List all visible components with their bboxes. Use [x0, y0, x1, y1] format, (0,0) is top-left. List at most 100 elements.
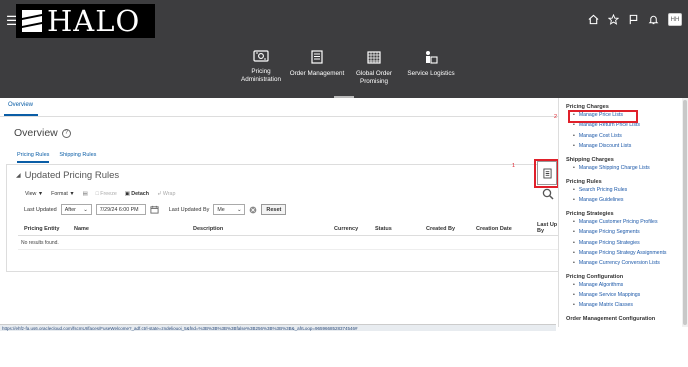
nav-label-line-1: Global Order: [355, 70, 393, 77]
link-manage-cost-lists[interactable]: Manage Cost Lists: [573, 133, 622, 139]
freeze-label: Freeze: [100, 191, 117, 197]
table-toolbar: View ▼ Format ▼ ▤ □ Freeze ▣ Detach ↲ Wr…: [25, 191, 175, 197]
panel-header: ◢ Updated Pricing Rules: [16, 170, 119, 181]
service-logistics-icon: [426, 51, 438, 64]
last-updated-label: Last Updated: [24, 206, 57, 213]
query-row: Last Updated After ⌄ 7/29/24 6:00 PM Last…: [24, 204, 287, 215]
last-updated-by-label: Last Updated By: [168, 206, 210, 213]
watchlist-flag-icon[interactable]: [628, 14, 639, 25]
col-status[interactable]: Status: [375, 226, 392, 232]
date-value: 7/29/24 6:00 PM: [99, 206, 139, 213]
home-icon[interactable]: [588, 14, 599, 25]
col-pricing-entity[interactable]: Pricing Entity: [24, 226, 59, 232]
annotation-number-1: 1: [512, 163, 516, 169]
global-header: ☰ HALO HH Pricing Administration Order M…: [0, 0, 688, 98]
drawer-scroll-thumb[interactable]: [683, 100, 687, 325]
page-tabstrip: Overview: [0, 98, 558, 117]
nav-order-management[interactable]: Order Management: [286, 50, 348, 78]
page-title: Overview: [14, 127, 58, 139]
date-field[interactable]: 7/29/24 6:00 PM: [95, 204, 146, 215]
tab-overview[interactable]: Overview: [8, 102, 33, 108]
header-actions: HH: [588, 13, 682, 26]
detach-label: Detach: [131, 191, 149, 197]
format-label: Format: [51, 191, 68, 197]
link-manage-currency-conversion-lists[interactable]: Manage Currency Conversion Lists: [573, 260, 660, 266]
link-manage-pricing-strategy-assignments[interactable]: Manage Pricing Strategy Assignments: [573, 250, 667, 256]
view-label: View: [25, 191, 37, 197]
table-header-divider: [18, 235, 558, 236]
nav-label-line-1: Order Management: [289, 70, 345, 77]
page-title-row: Overview ?: [14, 127, 71, 139]
col-creation-date[interactable]: Creation Date: [476, 226, 512, 232]
link-manage-algorithms[interactable]: Manage Algorithms: [573, 282, 623, 288]
link-manage-customer-pricing-profiles[interactable]: Manage Customer Pricing Profiles: [573, 219, 658, 225]
link-search-pricing-rules[interactable]: Search Pricing Rules: [573, 187, 627, 193]
annotation-box-1: [534, 159, 559, 188]
col-description[interactable]: Description: [193, 226, 223, 232]
freeze-button[interactable]: □ Freeze: [96, 191, 117, 197]
springboard-nav: Pricing Administration Order Management …: [0, 50, 688, 96]
table-row-divider: [18, 249, 558, 250]
wrap-button[interactable]: ↲ Wrap: [157, 191, 175, 197]
favorites-star-icon[interactable]: [608, 14, 619, 25]
wrap-label: Wrap: [162, 191, 176, 197]
format-menu[interactable]: Format ▼: [51, 191, 75, 197]
view-menu[interactable]: View ▼: [25, 191, 43, 197]
col-last-updated-by[interactable]: Last Up By: [537, 222, 557, 234]
link-manage-pricing-segments[interactable]: Manage Pricing Segments: [573, 229, 640, 235]
chevron-down-icon: ⌄: [83, 206, 88, 213]
notifications-bell-icon[interactable]: [648, 14, 659, 25]
overview-subtabs: Pricing Rules Shipping Rules: [17, 152, 96, 163]
subtab-pricing-rules[interactable]: Pricing Rules: [17, 152, 50, 163]
annotation-box-2: [568, 110, 638, 123]
tab-overview-indicator: [4, 114, 38, 116]
nav-label-line-2: Promising: [360, 78, 388, 85]
drawer-section-title: Order Management Configuration: [566, 316, 656, 322]
drawer-section-title: Pricing Strategies: [566, 211, 614, 217]
nav-pricing-administration[interactable]: Pricing Administration: [238, 50, 284, 84]
col-last-updated-line2: By: [537, 228, 545, 234]
col-currency[interactable]: Currency: [334, 226, 358, 232]
link-manage-matrix-classes[interactable]: Manage Matrix Classes: [573, 302, 633, 308]
annotation-number-2: 2: [554, 114, 558, 120]
collapse-triangle-icon[interactable]: ◢: [16, 172, 21, 179]
updated-by-value: Me: [217, 206, 225, 213]
halo-logo[interactable]: HALO: [16, 4, 155, 38]
nav-label-line-1: Service Logistics: [407, 70, 455, 77]
reset-button[interactable]: Reset: [261, 204, 287, 215]
drawer-section-title: Shipping Charges: [566, 157, 614, 163]
user-avatar[interactable]: HH: [668, 13, 682, 26]
chevron-down-icon: ⌄: [236, 206, 242, 213]
updated-by-select[interactable]: Me ⌄: [213, 204, 246, 215]
halo-logo-mark-icon: [22, 10, 42, 32]
col-created-by[interactable]: Created By: [426, 226, 455, 232]
operator-value: After: [64, 206, 76, 213]
link-manage-service-mappings[interactable]: Manage Service Mappings: [573, 292, 640, 298]
order-management-icon: [311, 50, 323, 64]
pricing-admin-icon: [253, 50, 269, 62]
link-manage-discount-lists[interactable]: Manage Discount Lists: [573, 143, 631, 149]
global-order-promising-icon: [367, 51, 381, 64]
detach-button[interactable]: ▣ Detach: [125, 191, 149, 197]
nav-service-logistics[interactable]: Service Logistics: [404, 50, 458, 78]
no-results-text: No results found.: [21, 240, 59, 246]
page-root: ☰ HALO HH Pricing Administration Order M…: [0, 0, 688, 367]
link-manage-shipping-charge-lists[interactable]: Manage Shipping Charge Lists: [573, 165, 650, 171]
nav-label-line-2: Administration: [241, 76, 281, 83]
help-icon[interactable]: ?: [61, 128, 71, 138]
calendar-icon[interactable]: [150, 205, 159, 214]
link-manage-guidelines[interactable]: Manage Guidelines: [573, 197, 624, 203]
operator-select[interactable]: After ⌄: [60, 204, 92, 215]
browser-status-url: https://ehfz-fa.us6.oraclecloud.com/fscm…: [0, 324, 556, 331]
nav-global-order-promising[interactable]: Global Order Promising: [351, 50, 397, 86]
logo-text: HALO: [47, 3, 141, 38]
subtab-shipping-rules[interactable]: Shipping Rules: [59, 152, 96, 163]
search-magnifier-icon[interactable]: [542, 188, 554, 200]
link-manage-pricing-strategies[interactable]: Manage Pricing Strategies: [573, 240, 640, 246]
export-icon[interactable]: ▤: [83, 191, 88, 197]
col-name[interactable]: Name: [74, 226, 89, 232]
nav-label-line-1: Pricing: [251, 68, 271, 75]
clear-icon[interactable]: [249, 206, 257, 214]
drawer-section-title: Pricing Configuration: [566, 274, 624, 280]
panel-title: Updated Pricing Rules: [24, 170, 120, 181]
